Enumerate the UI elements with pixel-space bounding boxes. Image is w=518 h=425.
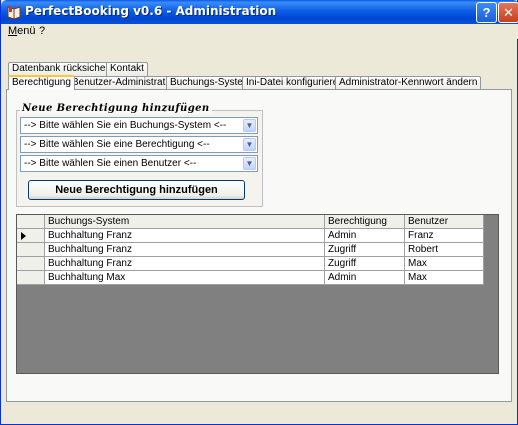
close-button[interactable]: ✕ xyxy=(498,2,518,23)
booking-system-select[interactable]: --> Bitte wählen Sie ein Buchungs-System… xyxy=(20,117,258,134)
application-window: PerfectBooking v0.6 - Administration ? ✕… xyxy=(0,0,518,425)
chevron-down-icon[interactable]: ▼ xyxy=(243,138,256,151)
chevron-down-icon[interactable]: ▼ xyxy=(243,157,256,170)
table-row[interactable]: Buchhaltung Franz Zugriff Robert xyxy=(17,243,484,257)
column-header-benutzer[interactable]: Benutzer xyxy=(405,215,484,229)
menu-item-help[interactable]: ? xyxy=(39,25,45,37)
tab-admin-kennwort[interactable]: Administrator-Kennwort ändern xyxy=(335,76,482,90)
table-cell[interactable]: Zugriff xyxy=(325,243,405,257)
table-row[interactable]: Buchhaltung Franz Zugriff Max xyxy=(17,257,484,271)
chevron-down-icon[interactable]: ▼ xyxy=(243,119,256,132)
row-header[interactable] xyxy=(17,257,45,271)
row-header[interactable] xyxy=(17,229,45,243)
table-header-row: Buchungs-System Berechtigung Benutzer xyxy=(17,215,484,229)
table-row[interactable]: Buchhaltung Franz Admin Franz xyxy=(17,229,484,243)
table-cell[interactable]: Max xyxy=(405,257,484,271)
current-row-arrow-icon xyxy=(21,232,26,240)
menu-bar: Menü ? xyxy=(2,24,518,39)
column-header-buchungs-system[interactable]: Buchungs-System xyxy=(45,215,325,229)
table-cell[interactable]: Buchhaltung Max xyxy=(45,271,325,285)
tab-ini-datei[interactable]: Ini-Datei konfigurieren xyxy=(242,76,348,90)
add-permission-button[interactable]: Neue Berechtigung hinzufügen xyxy=(28,180,245,200)
table-cell[interactable]: Max xyxy=(405,271,484,285)
tab-kontakt[interactable]: Kontakt xyxy=(106,62,148,76)
tab-datenbank-ruecksichern[interactable]: Datenbank rücksichern xyxy=(8,62,119,76)
booking-system-select-value: --> Bitte wählen Sie ein Buchungs-System… xyxy=(24,120,227,131)
table-cell[interactable]: Admin xyxy=(325,271,405,285)
table-cell[interactable]: Buchhaltung Franz xyxy=(45,229,325,243)
table-cell[interactable]: Zugriff xyxy=(325,257,405,271)
title-bar[interactable]: PerfectBooking v0.6 - Administration ? ✕ xyxy=(1,0,518,24)
table-cell[interactable]: Buchhaltung Franz xyxy=(45,243,325,257)
user-select-value: --> Bitte wählen Sie einen Benutzer <-- xyxy=(24,158,197,169)
user-select[interactable]: --> Bitte wählen Sie einen Benutzer <-- … xyxy=(20,155,258,172)
table-cell[interactable]: Buchhaltung Franz xyxy=(45,257,325,271)
permissions-table[interactable]: Buchungs-System Berechtigung Benutzer Bu… xyxy=(16,214,499,374)
permission-select-value: --> Bitte wählen Sie eine Berechtigung <… xyxy=(24,139,210,150)
row-header-corner xyxy=(17,215,45,229)
window-title: PerfectBooking v0.6 - Administration xyxy=(25,4,277,18)
group-title: Neue Berechtigung hinzufügen xyxy=(20,103,212,114)
menu-item-menu[interactable]: Menü xyxy=(8,25,36,37)
close-icon: ✕ xyxy=(503,5,514,20)
help-button[interactable]: ? xyxy=(476,2,497,23)
tab-berechtigung[interactable]: Berechtigung xyxy=(8,75,75,90)
table-cell[interactable]: Admin xyxy=(325,229,405,243)
app-book-icon xyxy=(7,6,21,20)
table-cell[interactable]: Robert xyxy=(405,243,484,257)
row-header[interactable] xyxy=(17,271,45,285)
table-cell[interactable]: Franz xyxy=(405,229,484,243)
column-header-berechtigung[interactable]: Berechtigung xyxy=(325,215,405,229)
row-header[interactable] xyxy=(17,243,45,257)
permission-select[interactable]: --> Bitte wählen Sie eine Berechtigung <… xyxy=(20,136,258,153)
table-row[interactable]: Buchhaltung Max Admin Max xyxy=(17,271,484,285)
